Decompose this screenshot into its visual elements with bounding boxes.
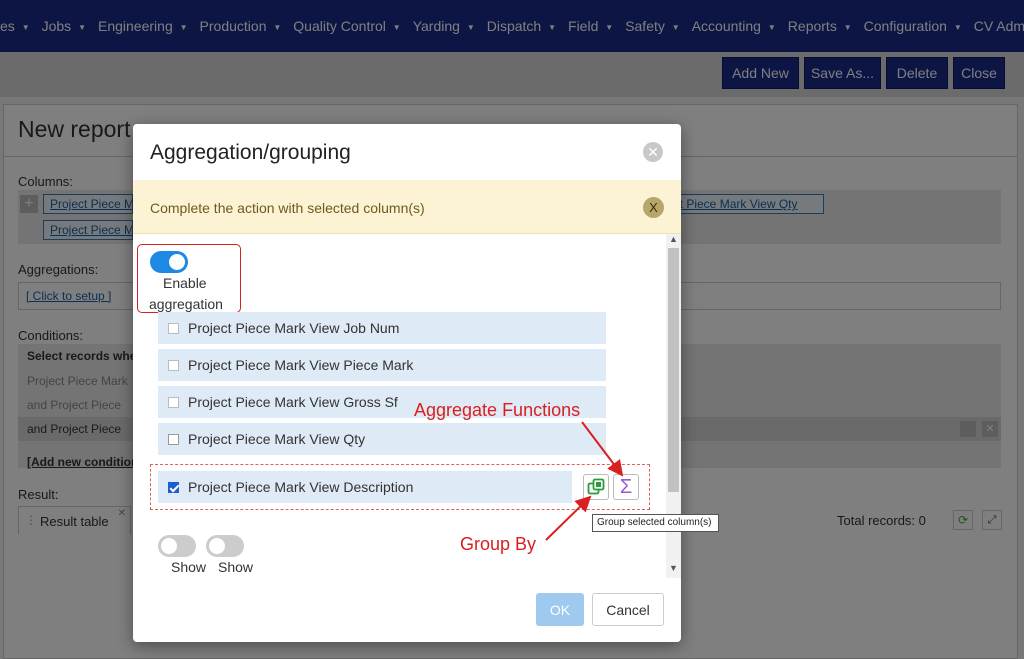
ok-button[interactable]: OK (536, 593, 584, 626)
cancel-button[interactable]: Cancel (592, 593, 664, 626)
aggregate-arrow (581, 421, 624, 477)
annotation-arrows (545, 421, 624, 541)
group-by-arrow (545, 495, 592, 541)
